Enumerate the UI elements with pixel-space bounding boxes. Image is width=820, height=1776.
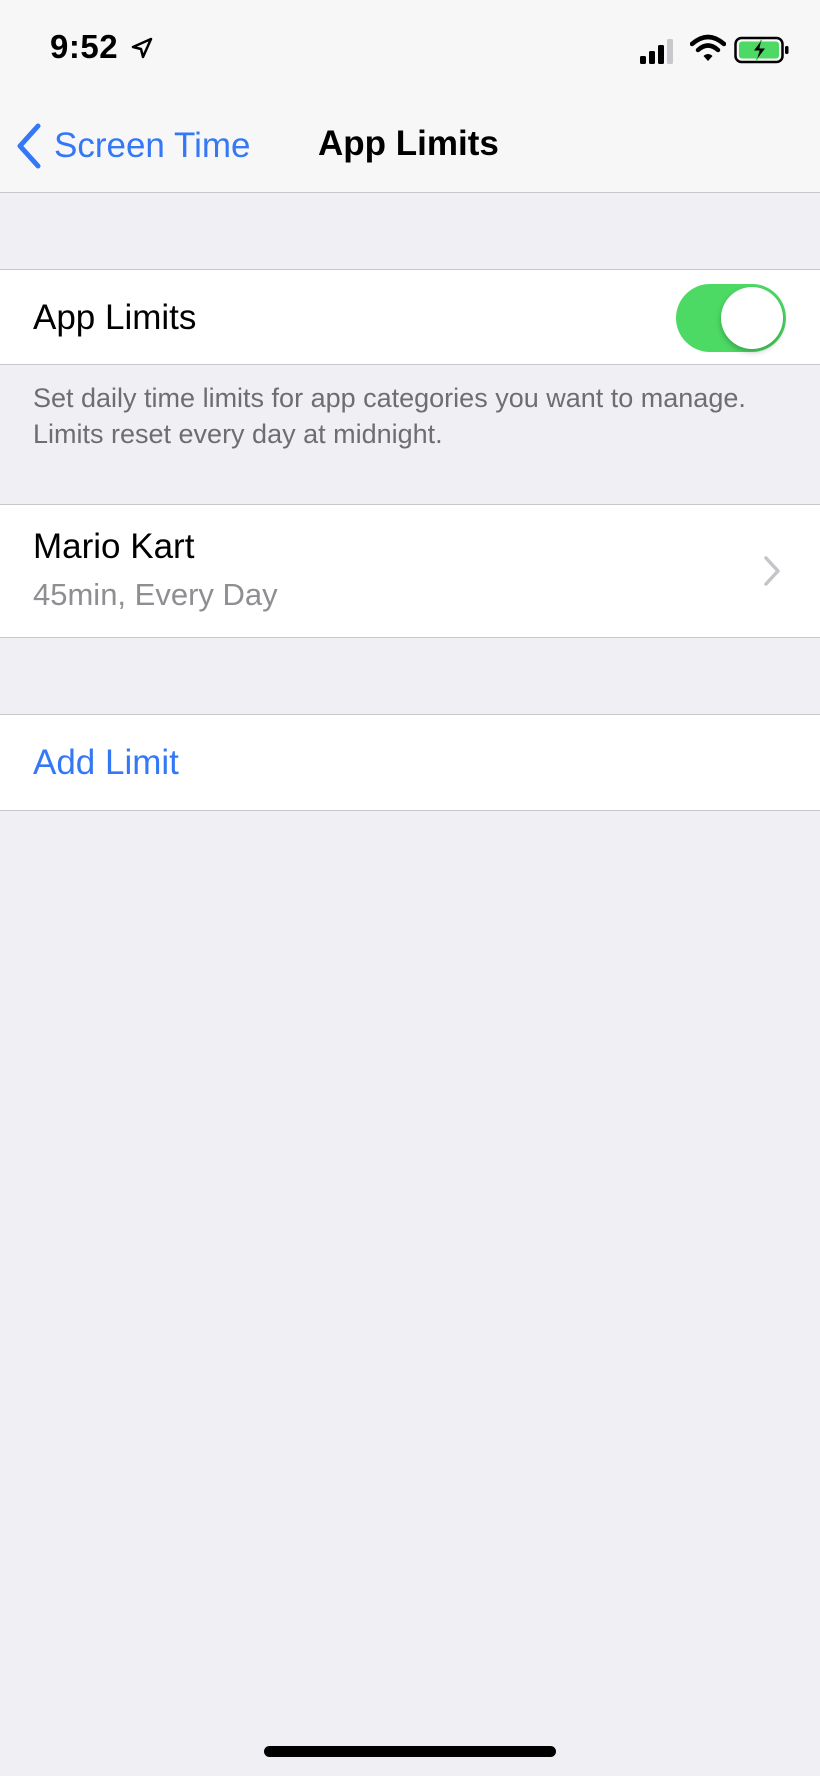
limit-row-mario-kart[interactable]: Mario Kart 45min, Every Day — [0, 504, 820, 638]
chevron-right-icon — [764, 556, 780, 586]
home-indicator[interactable] — [264, 1746, 556, 1757]
app-limits-toggle-label: App Limits — [33, 298, 197, 337]
battery-charging-icon — [734, 36, 789, 64]
chevron-left-icon — [17, 123, 41, 169]
app-limits-screen: 9:52 Screen Time App Limits App Limits S… — [0, 0, 820, 1776]
wifi-icon — [690, 34, 726, 61]
cellular-signal-icon — [640, 39, 673, 64]
location-arrow-icon — [131, 37, 153, 59]
limit-name: Mario Kart — [33, 527, 195, 566]
status-bar: 9:52 — [0, 0, 820, 100]
toggle-knob — [721, 287, 783, 349]
back-button-label: Screen Time — [54, 126, 251, 165]
app-limits-description: Set daily time limits for app categories… — [33, 383, 746, 449]
add-limit-row[interactable]: Add Limit — [0, 714, 820, 811]
navigation-bar: Screen Time App Limits — [0, 100, 820, 193]
app-limits-toggle-switch[interactable] — [676, 284, 786, 352]
status-time: 9:52 — [50, 28, 119, 65]
app-limits-toggle-row: App Limits — [0, 269, 820, 365]
limit-detail: 45min, Every Day — [33, 577, 278, 612]
back-button[interactable]: Screen Time — [14, 120, 250, 172]
page-title: App Limits — [318, 124, 499, 163]
add-limit-button[interactable]: Add Limit — [33, 743, 179, 783]
